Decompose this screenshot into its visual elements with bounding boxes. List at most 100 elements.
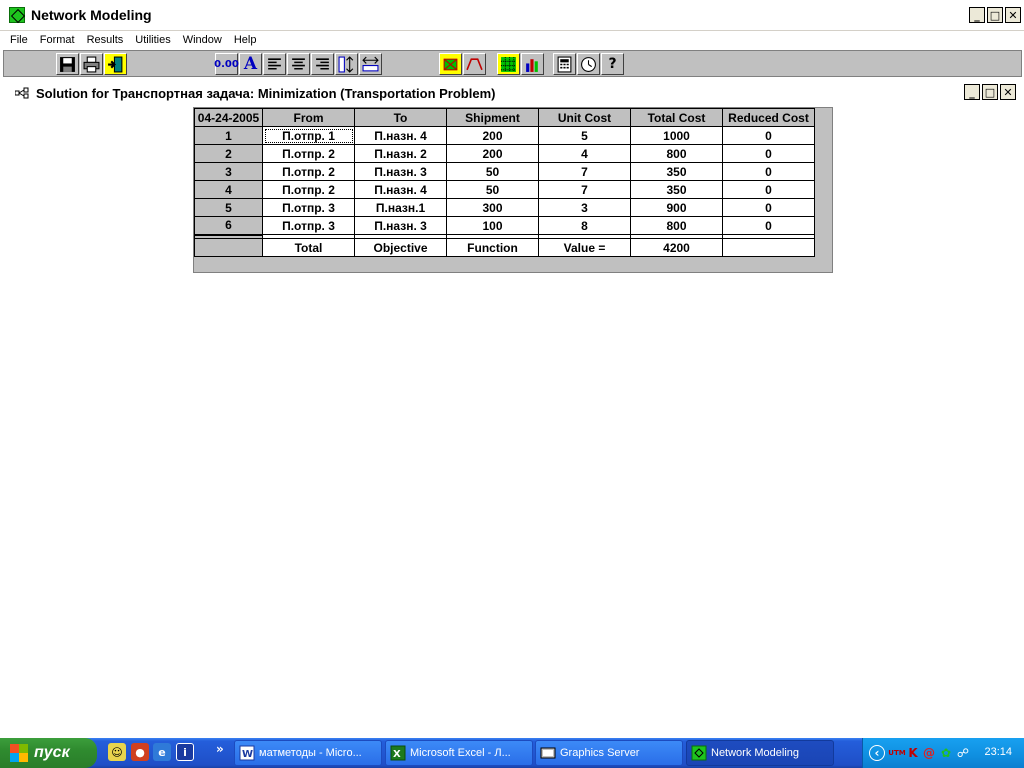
menu-window[interactable]: Window: [183, 34, 222, 46]
cell-from[interactable]: П.отпр. 2: [262, 180, 355, 199]
task-button-graphics-server[interactable]: Graphics Server: [535, 740, 683, 766]
column-header-unit-cost[interactable]: Unit Cost: [538, 108, 631, 127]
cell-from[interactable]: П.отпр. 2: [262, 162, 355, 181]
cell-reduced-cost[interactable]: 0: [722, 162, 815, 181]
row-height-icon[interactable]: [335, 53, 358, 75]
tray-expand-icon[interactable]: ‹: [869, 745, 885, 761]
clock[interactable]: 23:14: [984, 746, 1012, 758]
network-graph-icon[interactable]: [439, 53, 462, 75]
row-number[interactable]: 2: [194, 144, 263, 163]
task-button-word[interactable]: W матметоды - Micro...: [234, 740, 382, 766]
cell-reduced-cost[interactable]: 0: [722, 216, 815, 235]
column-width-icon[interactable]: [359, 53, 382, 75]
menu-file[interactable]: File: [10, 34, 28, 46]
tray-language-icon[interactable]: ☍: [955, 745, 971, 761]
save-icon[interactable]: [56, 53, 79, 75]
menu-format[interactable]: Format: [40, 34, 75, 46]
cell-unit-cost[interactable]: 4: [538, 144, 631, 163]
help-icon[interactable]: ?: [601, 53, 624, 75]
cell-reduced-cost[interactable]: 0: [722, 180, 815, 199]
title-bar: Network Modeling _ □ ✕: [0, 0, 1024, 31]
cell-unit-cost[interactable]: 7: [538, 180, 631, 199]
cell-shipment[interactable]: 300: [446, 198, 539, 217]
align-right-icon[interactable]: [311, 53, 334, 75]
cell-shipment[interactable]: 50: [446, 180, 539, 199]
cell-from[interactable]: П.отпр. 1: [262, 126, 355, 145]
cell-total-cost[interactable]: 350: [630, 180, 723, 199]
menu-utilities[interactable]: Utilities: [135, 34, 170, 46]
app-title: Network Modeling: [31, 7, 152, 23]
cell-unit-cost[interactable]: 8: [538, 216, 631, 235]
maximize-icon[interactable]: □: [987, 7, 1003, 23]
cell-total-cost[interactable]: 800: [630, 144, 723, 163]
cell-reduced-cost[interactable]: 0: [722, 198, 815, 217]
network-modeling-app-icon[interactable]: [9, 7, 25, 23]
align-left-icon[interactable]: [263, 53, 286, 75]
task-button-excel[interactable]: X Microsoft Excel - Л...: [385, 740, 533, 766]
cell-total-cost[interactable]: 1000: [630, 126, 723, 145]
cell-reduced-cost[interactable]: 0: [722, 126, 815, 145]
quicklaunch-info-icon[interactable]: i: [176, 743, 194, 761]
row-number[interactable]: 1: [194, 126, 263, 145]
menu-results[interactable]: Results: [87, 34, 124, 46]
quicklaunch-ie-icon[interactable]: e: [153, 743, 171, 761]
start-button[interactable]: пуск: [0, 738, 97, 768]
close-icon[interactable]: ✕: [1005, 7, 1021, 23]
row-number[interactable]: 6: [194, 216, 263, 235]
print-icon[interactable]: [80, 53, 103, 75]
tray-utm-icon[interactable]: UTM: [888, 745, 905, 761]
task-button-network-modeling[interactable]: Network Modeling: [686, 740, 834, 766]
cell-unit-cost[interactable]: 3: [538, 198, 631, 217]
cell-shipment[interactable]: 200: [446, 144, 539, 163]
bar-chart-icon[interactable]: [521, 53, 544, 75]
cell-unit-cost[interactable]: 7: [538, 162, 631, 181]
align-center-icon[interactable]: [287, 53, 310, 75]
row-number[interactable]: 3: [194, 162, 263, 181]
cell-to[interactable]: П.назн. 2: [354, 144, 447, 163]
flow-diagram-icon[interactable]: [463, 53, 486, 75]
row-number[interactable]: 5: [194, 198, 263, 217]
minimize-icon[interactable]: _: [969, 7, 985, 23]
decimal-format-button[interactable]: 0.00: [214, 53, 239, 75]
cell-shipment[interactable]: 100: [446, 216, 539, 235]
column-header-shipment[interactable]: Shipment: [446, 108, 539, 127]
child-minimize-icon[interactable]: _: [964, 84, 980, 100]
cell-total-cost[interactable]: 900: [630, 198, 723, 217]
cell-shipment[interactable]: 200: [446, 126, 539, 145]
child-maximize-icon[interactable]: □: [982, 84, 998, 100]
spreadsheet-view-icon[interactable]: [497, 53, 520, 75]
table-row: 4 П.отпр. 2 П.назн. 4 50 7 350 0: [194, 180, 815, 199]
tray-icq-icon[interactable]: ✿: [938, 745, 954, 761]
menu-help[interactable]: Help: [234, 34, 257, 46]
cell-reduced-cost[interactable]: 0: [722, 144, 815, 163]
clock-icon[interactable]: [577, 53, 600, 75]
column-header-reduced-cost[interactable]: Reduced Cost: [722, 108, 815, 127]
font-format-button[interactable]: A: [239, 53, 262, 75]
cell-total-cost[interactable]: 800: [630, 216, 723, 235]
exit-icon[interactable]: [104, 53, 127, 75]
tray-kaspersky-icon[interactable]: K: [905, 745, 921, 761]
quicklaunch-chevron-icon[interactable]: »: [216, 742, 224, 756]
row-number[interactable]: 4: [194, 180, 263, 199]
cell-to[interactable]: П.назн. 3: [354, 216, 447, 235]
tray-mail-icon[interactable]: @: [921, 745, 937, 761]
cell-to[interactable]: П.назн.1: [354, 198, 447, 217]
quicklaunch-messenger-icon[interactable]: ☺: [108, 743, 126, 761]
child-close-icon[interactable]: ✕: [1000, 84, 1016, 100]
cell-to[interactable]: П.назн. 3: [354, 162, 447, 181]
column-header-total-cost[interactable]: Total Cost: [630, 108, 723, 127]
cell-from[interactable]: П.отпр. 2: [262, 144, 355, 163]
cell-to[interactable]: П.назн. 4: [354, 126, 447, 145]
solution-window-icon[interactable]: [15, 87, 29, 99]
quicklaunch-media-icon[interactable]: ●: [131, 743, 149, 761]
column-header-to[interactable]: To: [354, 108, 447, 127]
menu-bar: File Format Results Utilities Window Hel…: [0, 31, 1024, 49]
column-header-from[interactable]: From: [262, 108, 355, 127]
cell-from[interactable]: П.отпр. 3: [262, 198, 355, 217]
cell-from[interactable]: П.отпр. 3: [262, 216, 355, 235]
cell-total-cost[interactable]: 350: [630, 162, 723, 181]
cell-shipment[interactable]: 50: [446, 162, 539, 181]
cell-to[interactable]: П.назн. 4: [354, 180, 447, 199]
calculator-icon[interactable]: [553, 53, 576, 75]
cell-unit-cost[interactable]: 5: [538, 126, 631, 145]
